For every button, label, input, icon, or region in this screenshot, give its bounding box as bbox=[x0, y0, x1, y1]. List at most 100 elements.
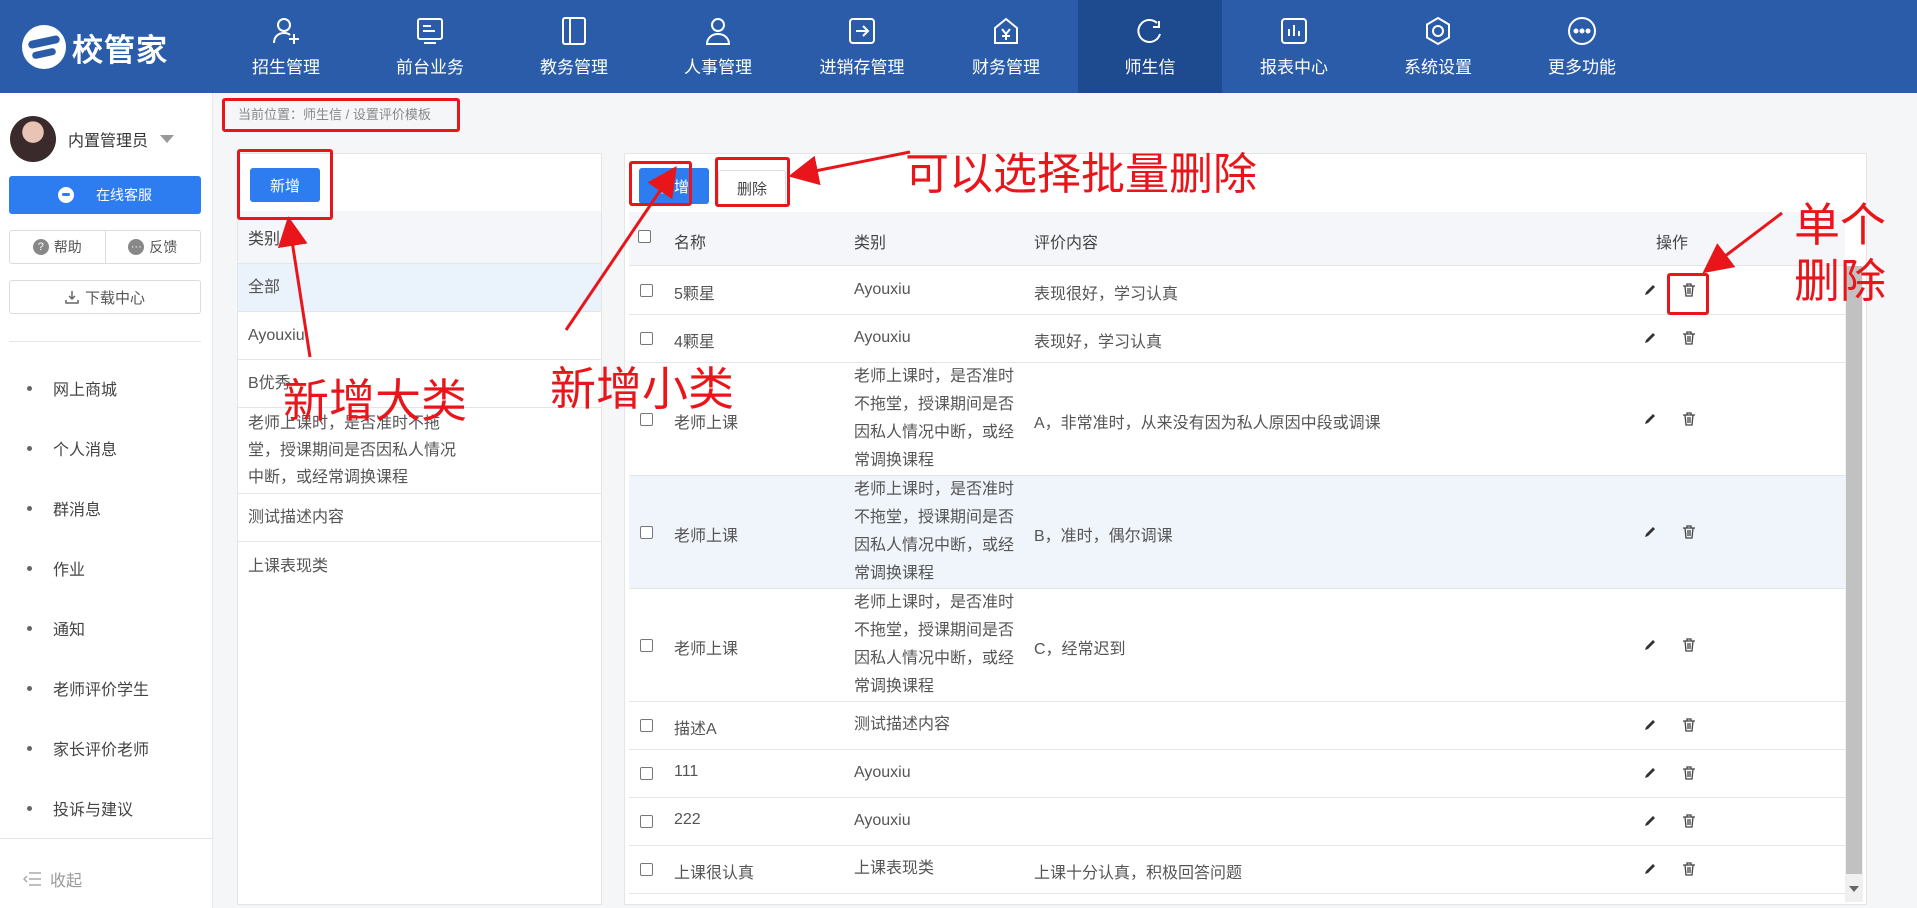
annotation-single-delete: 单个删除 bbox=[1794, 199, 1886, 307]
delete-icon[interactable] bbox=[1682, 638, 1696, 652]
nav-label: 系统设置 bbox=[1404, 58, 1472, 77]
nav-item-enrollment[interactable]: 招生管理 bbox=[214, 0, 358, 93]
nav-item-hr[interactable]: 人事管理 bbox=[646, 0, 790, 93]
row-checkbox[interactable] bbox=[640, 639, 653, 652]
sidebar-item-label: 投诉与建议 bbox=[53, 802, 134, 819]
table-row: 描述A 测试描述内容 bbox=[629, 702, 1845, 750]
row-type: 老师上课时，是否准时不拖堂，授课期间是否因私人情况中断，或经常调换课程 bbox=[854, 368, 1015, 469]
row-name: 111 bbox=[674, 763, 699, 780]
row-checkbox[interactable] bbox=[640, 332, 653, 345]
row-content: C，经常迟到 bbox=[1034, 641, 1126, 658]
edit-icon[interactable] bbox=[1643, 638, 1657, 652]
column-header-content: 评价内容 bbox=[1034, 235, 1099, 252]
divider bbox=[9, 341, 201, 342]
nav-label: 更多功能 bbox=[1548, 58, 1616, 77]
online-service-label: 在线客服 bbox=[96, 187, 152, 203]
sidebar-item-notice[interactable]: 通知 bbox=[0, 598, 213, 658]
bullet-icon bbox=[27, 505, 32, 511]
download-center-button[interactable]: 下载中心 bbox=[9, 280, 201, 314]
row-content: 表现很好，学习认真 bbox=[1034, 286, 1179, 303]
sidebar-item-online-mall[interactable]: 网上商城 bbox=[0, 358, 213, 418]
row-checkbox[interactable] bbox=[640, 526, 653, 539]
sidebar-item-teacher-evaluates-student[interactable]: 老师评价学生 bbox=[0, 658, 213, 718]
chat-icon bbox=[1137, 18, 1161, 43]
scroll-down-arrow-icon[interactable] bbox=[1849, 886, 1859, 892]
category-item[interactable]: 全部 bbox=[238, 264, 601, 312]
edit-icon[interactable] bbox=[1643, 862, 1657, 876]
nav-item-inventory[interactable]: 进销存管理 bbox=[790, 0, 934, 93]
feedback-label: 反馈 bbox=[149, 239, 178, 255]
annotation-box-add-template bbox=[629, 161, 692, 206]
annotation-box-add-category bbox=[237, 149, 333, 220]
collapse-icon bbox=[23, 872, 41, 886]
sidebar-item-homework[interactable]: 作业 bbox=[0, 538, 213, 598]
help-button[interactable]: ? 帮助 bbox=[10, 231, 105, 263]
nav-label: 报表中心 bbox=[1260, 58, 1328, 77]
nav-label: 进销存管理 bbox=[819, 58, 905, 77]
sidebar-item-label: 家长评价老师 bbox=[53, 742, 150, 759]
sidebar-item-complaints[interactable]: 投诉与建议 bbox=[0, 778, 213, 838]
edit-icon[interactable] bbox=[1643, 283, 1657, 297]
bullet-icon bbox=[27, 805, 32, 811]
sidebar-menu: 网上商城 个人消息 群消息 作业 通知 老师评价学生 家长评价老师 投诉与建议 bbox=[0, 358, 213, 838]
category-item[interactable]: Ayouxiu bbox=[238, 312, 601, 360]
delete-icon[interactable] bbox=[1682, 331, 1696, 345]
help-label: 帮助 bbox=[53, 239, 82, 255]
row-checkbox[interactable] bbox=[640, 767, 653, 780]
sidebar-item-label: 通知 bbox=[53, 622, 86, 639]
annotation-box-breadcrumb bbox=[222, 98, 460, 132]
collapse-button[interactable]: 收起 bbox=[23, 867, 82, 891]
row-name: 222 bbox=[674, 811, 701, 828]
download-center-label: 下载中心 bbox=[84, 289, 145, 307]
edit-icon[interactable] bbox=[1643, 814, 1657, 828]
table-scrollbar[interactable] bbox=[1845, 266, 1863, 902]
top-nav-bar: 校管家 招生管理 前台业务 教务管理 人事管理 进销存管理 财务管理 师生信 报… bbox=[0, 0, 1917, 93]
annotation-box-batch-delete bbox=[715, 157, 790, 207]
row-type: 上课表现类 bbox=[854, 860, 935, 877]
select-all-checkbox[interactable] bbox=[638, 230, 651, 243]
nav-label: 师生信 bbox=[1124, 58, 1176, 77]
bar-chart-icon bbox=[1281, 18, 1307, 44]
nav-item-front-desk[interactable]: 前台业务 bbox=[358, 0, 502, 93]
row-checkbox[interactable] bbox=[640, 863, 653, 876]
row-checkbox[interactable] bbox=[640, 284, 653, 297]
nav-item-more[interactable]: 更多功能 bbox=[1510, 0, 1654, 93]
delete-icon[interactable] bbox=[1682, 525, 1696, 539]
sidebar-item-parent-evaluates-teacher[interactable]: 家长评价老师 bbox=[0, 718, 213, 778]
row-type: Ayouxiu bbox=[854, 329, 911, 346]
edit-icon[interactable] bbox=[1643, 766, 1657, 780]
logo-text: 校管家 bbox=[72, 32, 168, 68]
edit-icon[interactable] bbox=[1643, 412, 1657, 426]
nav-label: 教务管理 bbox=[540, 58, 608, 77]
delete-icon[interactable] bbox=[1682, 718, 1696, 732]
nav-item-messaging[interactable]: 师生信 bbox=[1078, 0, 1222, 93]
app-logo[interactable]: 校管家 bbox=[22, 24, 168, 70]
row-checkbox[interactable] bbox=[640, 815, 653, 828]
sidebar-item-label: 群消息 bbox=[53, 502, 102, 519]
category-item[interactable]: 测试描述内容 bbox=[238, 494, 601, 542]
table-row: 老师上课 老师上课时，是否准时不拖堂，授课期间是否因私人情况中断，或经常调换课程… bbox=[629, 363, 1845, 476]
sidebar-item-group-messages[interactable]: 群消息 bbox=[0, 478, 213, 538]
delete-icon[interactable] bbox=[1682, 814, 1696, 828]
nav-item-settings[interactable]: 系统设置 bbox=[1366, 0, 1510, 93]
online-service-button[interactable]: 在线客服 bbox=[9, 176, 201, 214]
nav-item-reports[interactable]: 报表中心 bbox=[1222, 0, 1366, 93]
feedback-button[interactable]: ··· 反馈 bbox=[104, 231, 201, 263]
yen-icon bbox=[994, 17, 1018, 44]
sidebar-item-personal-messages[interactable]: 个人消息 bbox=[0, 418, 213, 478]
row-checkbox[interactable] bbox=[640, 719, 653, 732]
delete-icon[interactable] bbox=[1682, 862, 1696, 876]
edit-icon[interactable] bbox=[1643, 331, 1657, 345]
nav-item-academic[interactable]: 教务管理 bbox=[502, 0, 646, 93]
delete-icon[interactable] bbox=[1682, 766, 1696, 780]
category-item[interactable]: 上课表现类 bbox=[238, 542, 601, 590]
nav-item-finance[interactable]: 财务管理 bbox=[934, 0, 1078, 93]
edit-icon[interactable] bbox=[1643, 718, 1657, 732]
row-name: 5颗星 bbox=[674, 286, 715, 303]
edit-icon[interactable] bbox=[1643, 525, 1657, 539]
user-menu[interactable]: 内置管理员 bbox=[10, 116, 175, 162]
delete-icon[interactable] bbox=[1682, 412, 1696, 426]
scrollbar-thumb[interactable] bbox=[1846, 266, 1862, 874]
annotation-batch-delete: 可以选择批量删除 bbox=[905, 150, 1257, 199]
person-icon bbox=[705, 18, 731, 45]
